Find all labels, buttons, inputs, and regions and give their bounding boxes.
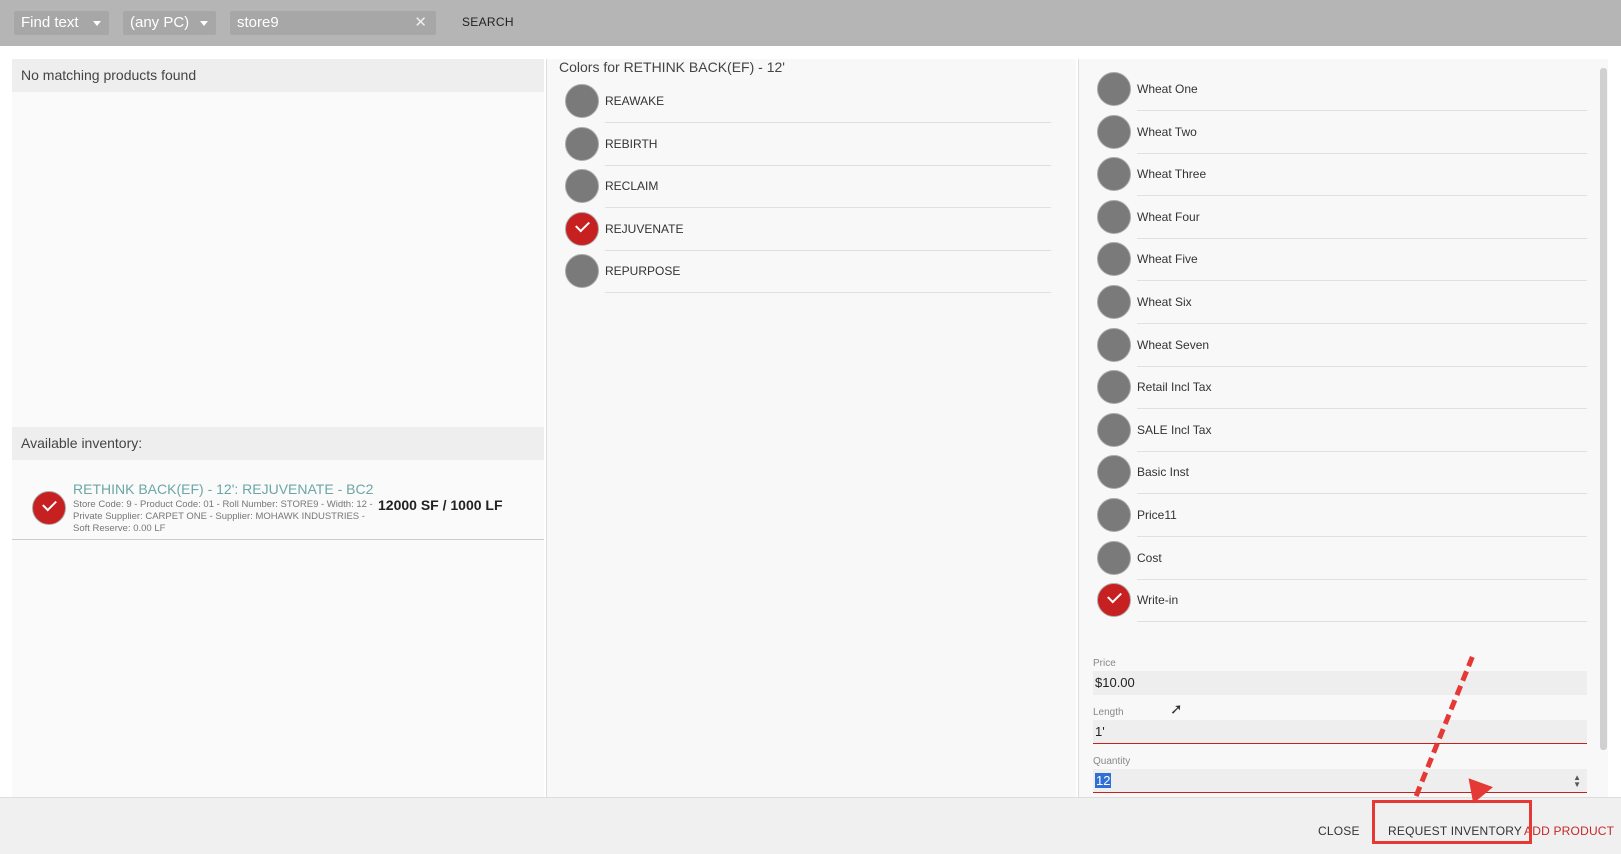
radio-circle-icon <box>1097 370 1131 405</box>
option-label: Write-in <box>1137 578 1587 623</box>
option-label: Wheat Six <box>1137 280 1587 324</box>
option-reawake[interactable]: REAWAKE <box>565 79 1051 123</box>
option-basic-inst[interactable]: Basic Inst <box>1097 450 1587 495</box>
check-icon <box>32 491 66 525</box>
price-pane: Wheat One Wheat Two Wheat Three Wheat Four W… <box>1078 59 1608 797</box>
option-label: Wheat Five <box>1137 237 1587 282</box>
colors-title: Colors for RETHINK BACK(EF) - 12' <box>559 59 785 75</box>
radio-circle-icon <box>1097 455 1131 490</box>
search-toolbar: Find text (any PC) store9 ✕ SEARCH <box>0 0 1621 46</box>
quantity-stepper-icon[interactable]: ▲ ▼ <box>1573 774 1581 789</box>
option-wheat-six[interactable]: Wheat Six <box>1097 280 1587 324</box>
option-wheat-four[interactable]: Wheat Four <box>1097 195 1587 239</box>
mouse-cursor-icon: ➚ <box>1170 701 1183 718</box>
radio-circle-icon <box>565 169 599 203</box>
radio-circle-icon <box>1097 327 1131 362</box>
option-rejuvenate[interactable]: REJUVENATE <box>565 207 1051 251</box>
option-label: Basic Inst <box>1137 450 1587 495</box>
option-cost[interactable]: Cost <box>1097 536 1587 580</box>
radio-circle-icon <box>1097 157 1131 192</box>
add-product-button[interactable]: ADD PRODUCT <box>1524 824 1614 838</box>
inventory-item-title: RETHINK BACK(EF) - 12': REJUVENATE - BC2 <box>73 481 374 497</box>
product-results-pane: No matching products found Available inv… <box>12 59 544 797</box>
radio-circle-icon <box>1097 540 1131 575</box>
option-wheat-one[interactable]: Wheat One <box>1097 67 1587 111</box>
option-label: REPURPOSE <box>605 249 1051 293</box>
close-button[interactable]: CLOSE <box>1318 824 1360 838</box>
pc-filter-label: (any PC) <box>130 14 190 31</box>
radio-circle-icon <box>565 254 599 288</box>
radio-circle-icon <box>1097 72 1131 106</box>
option-write-in[interactable]: Write-in <box>1097 578 1587 623</box>
radio-circle-icon <box>1097 114 1131 149</box>
option-label: Wheat Four <box>1137 195 1587 239</box>
price-label: Price <box>1093 658 1116 669</box>
option-label: Wheat One <box>1137 67 1587 111</box>
check-icon <box>1097 583 1131 618</box>
radio-circle-icon <box>1097 412 1131 447</box>
option-label: RECLAIM <box>605 164 1051 208</box>
dropdown-arrow-icon <box>93 21 101 26</box>
inventory-item-detail: Store Code: 9 - Product Code: 01 - Roll … <box>73 499 373 534</box>
find-mode-label: Find text <box>21 14 79 31</box>
option-retail-incl-tax[interactable]: Retail Incl Tax <box>1097 365 1587 410</box>
option-label: REAWAKE <box>605 79 1051 123</box>
price-field[interactable]: $10.00 <box>1093 671 1587 695</box>
length-field[interactable]: 1' <box>1093 720 1587 744</box>
radio-circle-icon <box>565 84 599 118</box>
option-wheat-seven[interactable]: Wheat Seven <box>1097 323 1587 367</box>
quantity-field[interactable]: 12 ▲ ▼ <box>1093 769 1587 793</box>
option-wheat-five[interactable]: Wheat Five <box>1097 237 1587 282</box>
find-mode-dropdown[interactable]: Find text <box>14 11 109 35</box>
option-price11[interactable]: Price11 <box>1097 493 1587 537</box>
inventory-item-quantity: 12000 SF / 1000 LF <box>378 497 503 513</box>
search-button[interactable]: SEARCH <box>462 15 514 29</box>
colors-pane: Colors for RETHINK BACK(EF) - 12' REAWAK… <box>546 59 1076 797</box>
option-repurpose[interactable]: REPURPOSE <box>565 249 1051 293</box>
radio-circle-icon <box>1097 242 1131 277</box>
option-wheat-three[interactable]: Wheat Three <box>1097 152 1587 197</box>
search-input-value: store9 <box>237 14 279 31</box>
highlight-box <box>1372 800 1532 844</box>
check-icon <box>565 211 599 246</box>
quantity-label: Quantity <box>1093 756 1131 767</box>
option-label: SALE Incl Tax <box>1137 408 1587 452</box>
radio-circle-icon <box>1097 199 1131 234</box>
option-sale-incl-tax[interactable]: SALE Incl Tax <box>1097 408 1587 452</box>
search-input[interactable]: store9 ✕ <box>230 11 436 35</box>
option-label: Wheat Two <box>1137 110 1587 154</box>
option-reclaim[interactable]: RECLAIM <box>565 164 1051 208</box>
inventory-item[interactable]: RETHINK BACK(EF) - 12': REJUVENATE - BC2… <box>12 468 544 540</box>
price-pane-scrollbar[interactable] <box>1600 68 1607 750</box>
option-label: Wheat Seven <box>1137 323 1587 367</box>
radio-circle-icon <box>565 126 599 161</box>
option-label: REBIRTH <box>605 122 1051 166</box>
radio-circle-icon <box>1097 285 1131 319</box>
no-match-message: No matching products found <box>12 59 544 92</box>
option-label: REJUVENATE <box>605 207 1051 251</box>
clear-icon[interactable]: ✕ <box>414 11 427 35</box>
inventory-selected-indicator[interactable] <box>32 491 66 525</box>
option-label: Price11 <box>1137 493 1587 537</box>
dropdown-arrow-icon <box>200 21 208 26</box>
length-label: Length <box>1093 707 1124 718</box>
pc-filter-dropdown[interactable]: (any PC) <box>123 11 216 35</box>
option-label: Wheat Three <box>1137 152 1587 197</box>
option-rebirth[interactable]: REBIRTH <box>565 122 1051 166</box>
option-wheat-two[interactable]: Wheat Two <box>1097 110 1587 154</box>
available-inventory-heading: Available inventory: <box>12 427 544 460</box>
option-label: Cost <box>1137 536 1587 580</box>
quantity-value: 12 <box>1095 773 1112 788</box>
radio-circle-icon <box>1097 498 1131 532</box>
option-label: Retail Incl Tax <box>1137 365 1587 410</box>
